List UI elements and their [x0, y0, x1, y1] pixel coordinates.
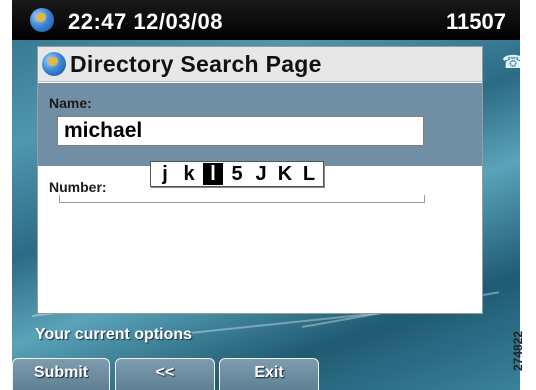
char-option[interactable]: K [275, 163, 295, 185]
phone-screen: 22:47 12/03/08 11507 ☎ Directory Search … [12, 0, 520, 390]
name-label: Name: [49, 95, 92, 111]
page-title-bar: Directory Search Page [38, 47, 482, 82]
globe-icon [42, 52, 66, 76]
current-options-label: Your current options [35, 326, 193, 343]
directory-search-panel: Directory Search Page Name: michael Numb… [37, 46, 483, 314]
char-option[interactable]: k [179, 163, 199, 185]
softkey-bar: Submit << Exit [12, 356, 520, 390]
side-marker-text: 274822 [511, 330, 526, 372]
char-option[interactable]: J [251, 163, 271, 185]
char-option-selected[interactable]: l [203, 163, 223, 185]
number-label: Number: [49, 179, 107, 195]
character-picker[interactable]: j k l 5 J K L [150, 161, 324, 187]
phone-icon: ☎ [502, 52, 520, 72]
char-option[interactable]: j [155, 163, 175, 185]
name-input[interactable]: michael [57, 116, 424, 146]
side-marker: 274822 [511, 310, 536, 390]
number-input[interactable] [59, 195, 425, 203]
globe-icon [30, 8, 54, 32]
name-section: Name: michael [38, 83, 482, 166]
status-bar: 22:47 12/03/08 11507 [12, 0, 520, 40]
status-extension: 11507 [446, 9, 506, 34]
back-softkey[interactable]: << [115, 358, 215, 390]
exit-softkey[interactable]: Exit [219, 358, 319, 390]
status-datetime: 22:47 12/03/08 [68, 9, 224, 34]
page-title: Directory Search Page [70, 51, 322, 77]
char-option[interactable]: 5 [227, 163, 247, 185]
submit-softkey[interactable]: Submit [12, 358, 110, 390]
char-option[interactable]: L [299, 163, 319, 185]
